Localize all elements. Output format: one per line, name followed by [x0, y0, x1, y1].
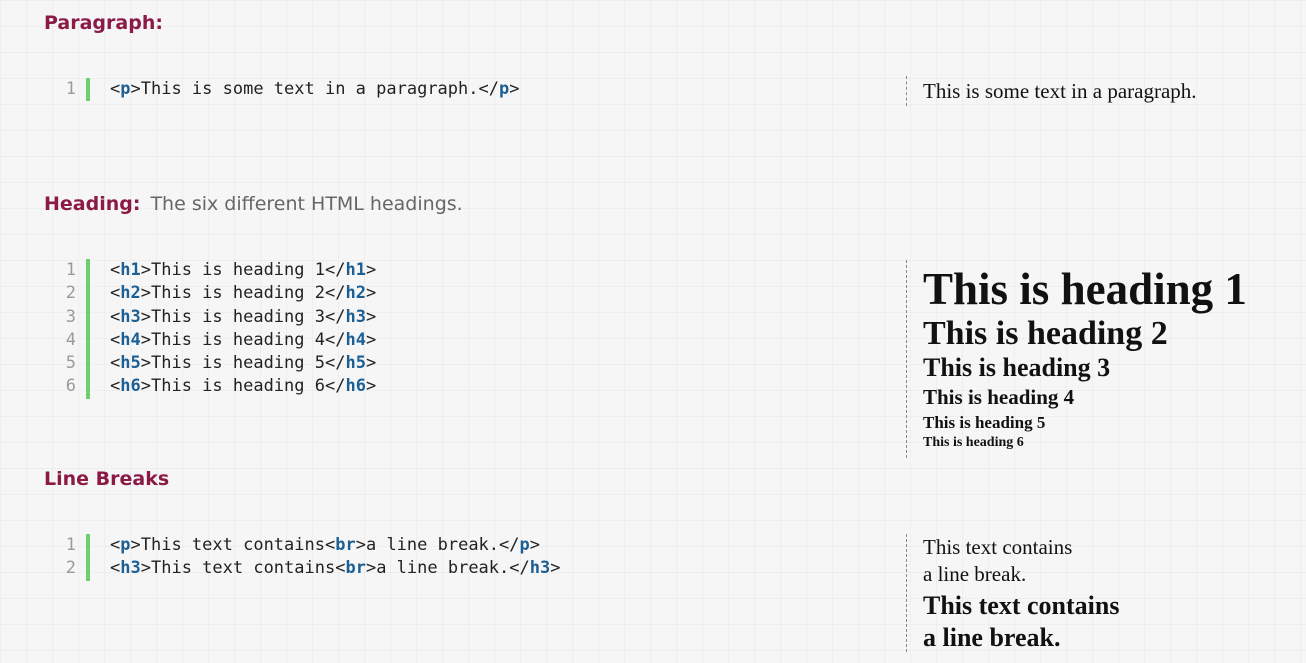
tag-name: h5: [345, 353, 366, 374]
rendered-heading-5: This is heading 5: [923, 413, 1046, 432]
rendered-text-line: a line break.: [923, 623, 1061, 652]
code-content: This is heading 6: [150, 376, 325, 397]
code-line: 2 <h3>This text contains<br>a line break…: [58, 557, 758, 581]
rendered-heading-2: This is heading 2: [923, 315, 1168, 352]
code-content: This is heading 2: [150, 283, 325, 304]
code-content: a line break.: [376, 558, 510, 579]
rendered-heading-3: This is heading 3: [923, 353, 1111, 382]
tag-name: h3: [529, 558, 551, 579]
rendered-paragraph: This text contains a line break.: [923, 534, 1119, 588]
output-paragraph: This is some text in a paragraph.: [906, 76, 1197, 106]
rendered-text-line: This text contains: [923, 535, 1073, 559]
tag-name: br: [345, 558, 366, 579]
tag-name: h3: [120, 306, 141, 327]
code-line: 1 <p>This text contains<br>a line break.…: [58, 534, 758, 558]
line-number: 2: [58, 557, 90, 581]
code-line: 6 <h6>This is heading 6</h6>: [58, 375, 758, 399]
tag-name: h3: [345, 306, 366, 327]
output-line-breaks: This text contains a line break. This tex…: [906, 534, 1119, 652]
tag-name: h6: [345, 376, 366, 397]
code-block-heading: 1 <h1>This is heading 1</h1> 2 <h2>This …: [58, 259, 758, 399]
line-number: 5: [58, 352, 90, 376]
code-block-paragraph: 1 <p>This is some text in a paragraph.</…: [58, 78, 758, 102]
rendered-heading-3: This text contains a line break.: [923, 590, 1119, 654]
section-title-paragraph: Paragraph:: [44, 12, 163, 34]
code-text: <h5>This is heading 5</h5>: [110, 353, 377, 374]
tag-name: h5: [120, 353, 141, 374]
rendered-heading-1: This is heading 1: [923, 264, 1247, 314]
code-text: <h3>This is heading 3</h3>: [110, 306, 377, 327]
tag-name: h3: [120, 558, 141, 579]
tag-name: h2: [120, 283, 141, 304]
tag-name: h1: [120, 260, 141, 280]
code-line: 1 <h1>This is heading 1</h1>: [58, 259, 758, 283]
output-headings: This is heading 1 This is heading 2 This…: [906, 260, 1247, 458]
section-title-line-breaks: Line Breaks: [44, 468, 169, 490]
code-text: <h1>This is heading 1</h1>: [110, 260, 377, 280]
code-line: 3 <h3>This is heading 3</h3>: [58, 305, 758, 329]
code-text: <h3>This text contains<br>a line break.<…: [110, 558, 561, 579]
code-content: a line break.: [365, 535, 500, 555]
line-number: 1: [58, 78, 90, 102]
code-content: This is some text in a paragraph.: [140, 79, 479, 99]
tag-name: p: [519, 535, 530, 555]
tag-name: br: [335, 535, 356, 555]
line-number: 3: [58, 305, 90, 329]
tag-name: h4: [345, 329, 366, 350]
code-block-line-breaks: 1 <p>This text contains<br>a line break.…: [58, 534, 758, 581]
tag-name: p: [120, 535, 131, 555]
section-title-text: Paragraph:: [44, 12, 163, 34]
tag-name: h6: [120, 376, 141, 397]
code-content: This is heading 4: [150, 329, 325, 350]
code-line: 2 <h2>This is heading 2</h2>: [58, 282, 758, 306]
code-text: <p>This text contains<br>a line break.</…: [110, 535, 541, 555]
tag-name: h1: [345, 260, 366, 280]
code-text: <p>This is some text in a paragraph.</p>: [110, 79, 520, 99]
code-text: <h2>This is heading 2</h2>: [110, 283, 377, 304]
line-number: 1: [58, 259, 90, 283]
code-line: 4 <h4>This is heading 4</h4>: [58, 328, 758, 353]
rendered-heading-4: This is heading 4: [923, 385, 1075, 409]
section-title-text: Heading:: [44, 193, 141, 215]
code-line: 5 <h5>This is heading 5</h5>: [58, 352, 758, 376]
line-number: 1: [58, 534, 90, 558]
code-content: This text contains: [140, 535, 325, 555]
code-content: This text contains: [150, 558, 336, 579]
code-text: <h4>This is heading 4</h4>: [110, 329, 377, 350]
tag-name: p: [499, 79, 510, 99]
tag-name: p: [120, 79, 131, 99]
rendered-text-line: a line break.: [923, 562, 1027, 586]
code-content: This is heading 3: [150, 306, 325, 327]
rendered-text-line: This text contains: [923, 591, 1120, 620]
line-number: 6: [58, 375, 90, 399]
code-line: 1 <p>This is some text in a paragraph.</…: [58, 78, 758, 102]
tag-name: h4: [120, 329, 141, 350]
section-title-heading: Heading: The six different HTML headings.: [44, 193, 463, 215]
line-number: 2: [58, 282, 90, 306]
code-text: <h6>This is heading 6</h6>: [110, 376, 377, 397]
line-number: 4: [58, 328, 90, 353]
section-title-text: Line Breaks: [44, 468, 170, 490]
section-description: The six different HTML headings.: [150, 193, 463, 215]
rendered-paragraph: This is some text in a paragraph.: [923, 79, 1197, 103]
code-content: This is heading 1: [150, 260, 325, 280]
tag-name: h2: [345, 283, 366, 304]
rendered-heading-6: This is heading 6: [923, 435, 1024, 450]
code-content: This is heading 5: [150, 353, 325, 374]
